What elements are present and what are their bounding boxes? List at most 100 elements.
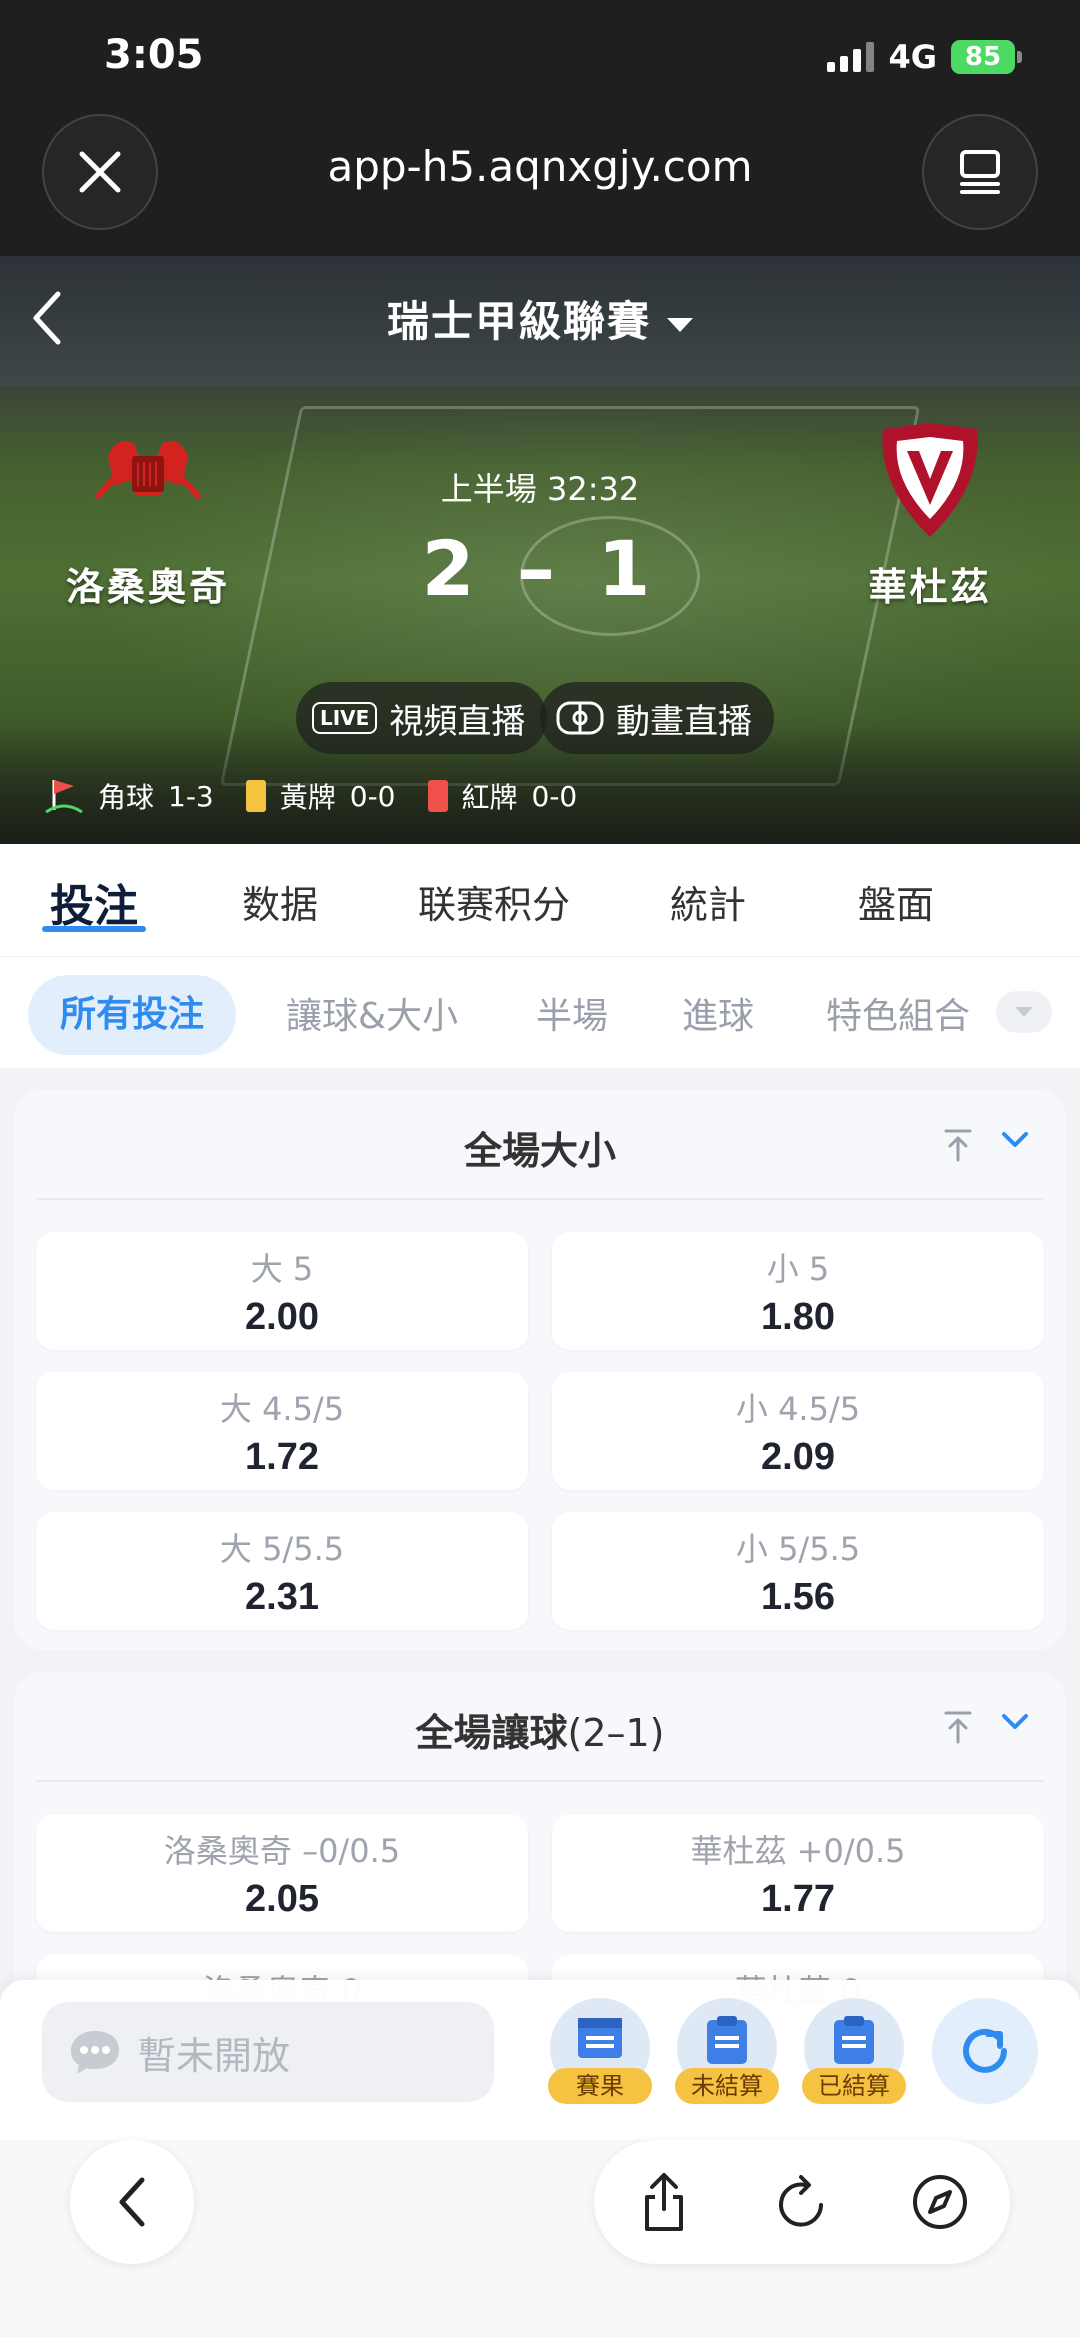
odds-label: 大 5/5.5 — [219, 1530, 345, 1568]
video-live-button[interactable]: LIVE 視頻直播 — [296, 682, 548, 754]
market-title: 全場讓球(2–1) — [415, 1711, 665, 1755]
subtab-half[interactable]: 半場 — [536, 987, 608, 1039]
compass-icon — [913, 2175, 967, 2229]
yellow-card-label: 黃牌 — [279, 781, 336, 814]
browser-back-button[interactable] — [70, 2140, 194, 2264]
chat-input[interactable]: 暫未開放 — [42, 2002, 494, 2102]
video-live-label: 視頻直播 — [389, 701, 526, 742]
odds-value: 2.00 — [245, 1296, 319, 1338]
odds-value: 2.31 — [245, 1576, 319, 1618]
live-tag: LIVE — [312, 702, 378, 734]
animation-live-button[interactable]: 動畫直播 — [540, 682, 774, 754]
red-card-value: 0-0 — [531, 779, 578, 813]
odds-button[interactable]: 小 4.5/5 2.09 — [552, 1372, 1044, 1490]
refresh-button[interactable] — [932, 1998, 1038, 2104]
results-label: 賽果 — [548, 2068, 652, 2104]
browser-actions — [594, 2140, 1010, 2264]
settled-button[interactable]: 已結算 — [802, 1998, 906, 2104]
odds-button[interactable]: 小 5/5.5 1.56 — [552, 1512, 1044, 1630]
away-team-logo — [860, 423, 1000, 537]
chevron-down-icon[interactable] — [1000, 1712, 1030, 1732]
compass-button[interactable] — [886, 2140, 994, 2264]
odds-value: 1.77 — [761, 1878, 835, 1920]
caret-down-icon — [1015, 1007, 1033, 1017]
battery-level: 85 — [951, 40, 1015, 74]
share-button[interactable] — [610, 2140, 718, 2264]
odds-value: 1.80 — [761, 1296, 835, 1338]
chat-bubble-icon — [71, 2031, 119, 2074]
market-score: (2–1) — [567, 1711, 665, 1755]
clipboard-icon — [707, 2016, 747, 2064]
browser-bottom-toolbar — [0, 2140, 1080, 2337]
odds-label: 小 5/5.5 — [735, 1530, 861, 1568]
chat-placeholder: 暫未開放 — [138, 2033, 291, 2078]
settled-label: 已結算 — [802, 2068, 906, 2104]
pitch-icon — [556, 701, 604, 735]
battery-icon: 85 — [951, 40, 1022, 74]
odds-value: 1.56 — [761, 1576, 835, 1618]
subtab-special-combo[interactable]: 特色組合 — [826, 987, 970, 1039]
market-title: 全場大小 — [463, 1129, 616, 1173]
more-tabs-button[interactable] — [996, 991, 1052, 1033]
odds-label: 小 4.5/5 — [735, 1390, 861, 1428]
red-card-label: 紅牌 — [461, 781, 518, 814]
red-card-icon — [427, 780, 448, 812]
active-tab-indicator — [42, 926, 146, 932]
league-name: 瑞士甲級聯賽 — [386, 297, 651, 346]
league-selector[interactable]: 瑞士甲級聯賽 — [0, 288, 1080, 349]
odds-value: 1.72 — [245, 1436, 319, 1478]
results-icon — [578, 2018, 622, 2058]
tab-league-table[interactable]: 联赛积分 — [418, 874, 570, 929]
odds-button[interactable]: 大 5/5.5 2.31 — [36, 1512, 528, 1630]
market-header[interactable]: 全場大小 — [36, 1090, 1044, 1200]
chevron-down-icon[interactable] — [1000, 1130, 1030, 1150]
odds-button[interactable]: 大 5 2.00 — [36, 1232, 528, 1350]
yellow-card-icon — [245, 780, 266, 812]
subtab-handicap-total[interactable]: 讓球&大小 — [286, 987, 458, 1039]
unsettled-button[interactable]: 未結算 — [675, 1998, 779, 2104]
browser-top-bar: 3:05 4G 85 app-h5.aqnxgjy.com — [0, 0, 1080, 256]
tab-statistics[interactable]: 統計 — [670, 874, 746, 929]
match-stats: 角球 1-3 黃牌 0-0 紅牌 0-0 — [44, 776, 577, 816]
pin-to-top-icon[interactable] — [942, 1128, 974, 1162]
main-tabs: 投注 数据 联赛积分 統計 盤面 — [0, 844, 1080, 956]
caret-down-icon — [667, 317, 693, 332]
odds-label: 華杜茲 +0/0.5 — [690, 1832, 906, 1870]
subtab-goals[interactable]: 進球 — [682, 987, 754, 1039]
away-team: 華杜茲 — [800, 423, 1060, 611]
market-total-goals: 全場大小 大 5 2.00 小 5 1.80 大 4.5/5 1.72 小 4.… — [14, 1090, 1066, 1650]
odds-label: 大 5 — [250, 1250, 314, 1288]
odds-button[interactable]: 華杜茲 +0/0.5 1.77 — [552, 1814, 1044, 1932]
results-button[interactable]: 賽果 — [548, 1998, 652, 2104]
refresh-icon — [963, 2028, 1007, 2073]
status-time: 3:05 — [104, 32, 204, 78]
clipboard-icon — [834, 2016, 874, 2064]
signal-icon — [827, 42, 875, 72]
reload-button[interactable] — [748, 2140, 856, 2264]
animation-live-label: 動畫直播 — [616, 701, 752, 742]
odds-value: 2.09 — [761, 1436, 835, 1478]
odds-label: 洛桑奧奇 –0/0.5 — [163, 1832, 401, 1870]
tab-data[interactable]: 数据 — [242, 874, 318, 929]
tab-board[interactable]: 盤面 — [858, 874, 934, 929]
status-indicators: 4G 85 — [827, 38, 1022, 76]
tabs-button[interactable] — [922, 114, 1038, 230]
pin-to-top-icon[interactable] — [942, 1710, 974, 1744]
odds-value: 2.05 — [245, 1878, 319, 1920]
url-label[interactable]: app-h5.aqnxgjy.com — [0, 142, 1080, 191]
corners-value: 1-3 — [168, 779, 214, 813]
odds-button[interactable]: 小 5 1.80 — [552, 1232, 1044, 1350]
unsettled-label: 未結算 — [675, 2068, 779, 2104]
market-header[interactable]: 全場讓球(2–1) — [36, 1672, 1044, 1782]
tab-overview-icon — [960, 150, 1000, 194]
odds-button[interactable]: 洛桑奧奇 –0/0.5 2.05 — [36, 1814, 528, 1932]
yellow-card-value: 0-0 — [349, 779, 396, 813]
share-icon — [645, 2173, 683, 2231]
subtab-all-bets[interactable]: 所有投注 — [28, 975, 237, 1055]
reload-icon — [779, 2175, 823, 2227]
tab-bet[interactable]: 投注 — [50, 870, 138, 934]
match-header: 瑞士甲級聯賽 洛桑奧奇 上半場 32:32 2 – 1 華杜茲 LIVE 視頻直… — [0, 256, 1080, 844]
away-team-name: 華杜茲 — [868, 565, 992, 609]
odds-label: 小 5 — [766, 1250, 830, 1288]
odds-button[interactable]: 大 4.5/5 1.72 — [36, 1372, 528, 1490]
